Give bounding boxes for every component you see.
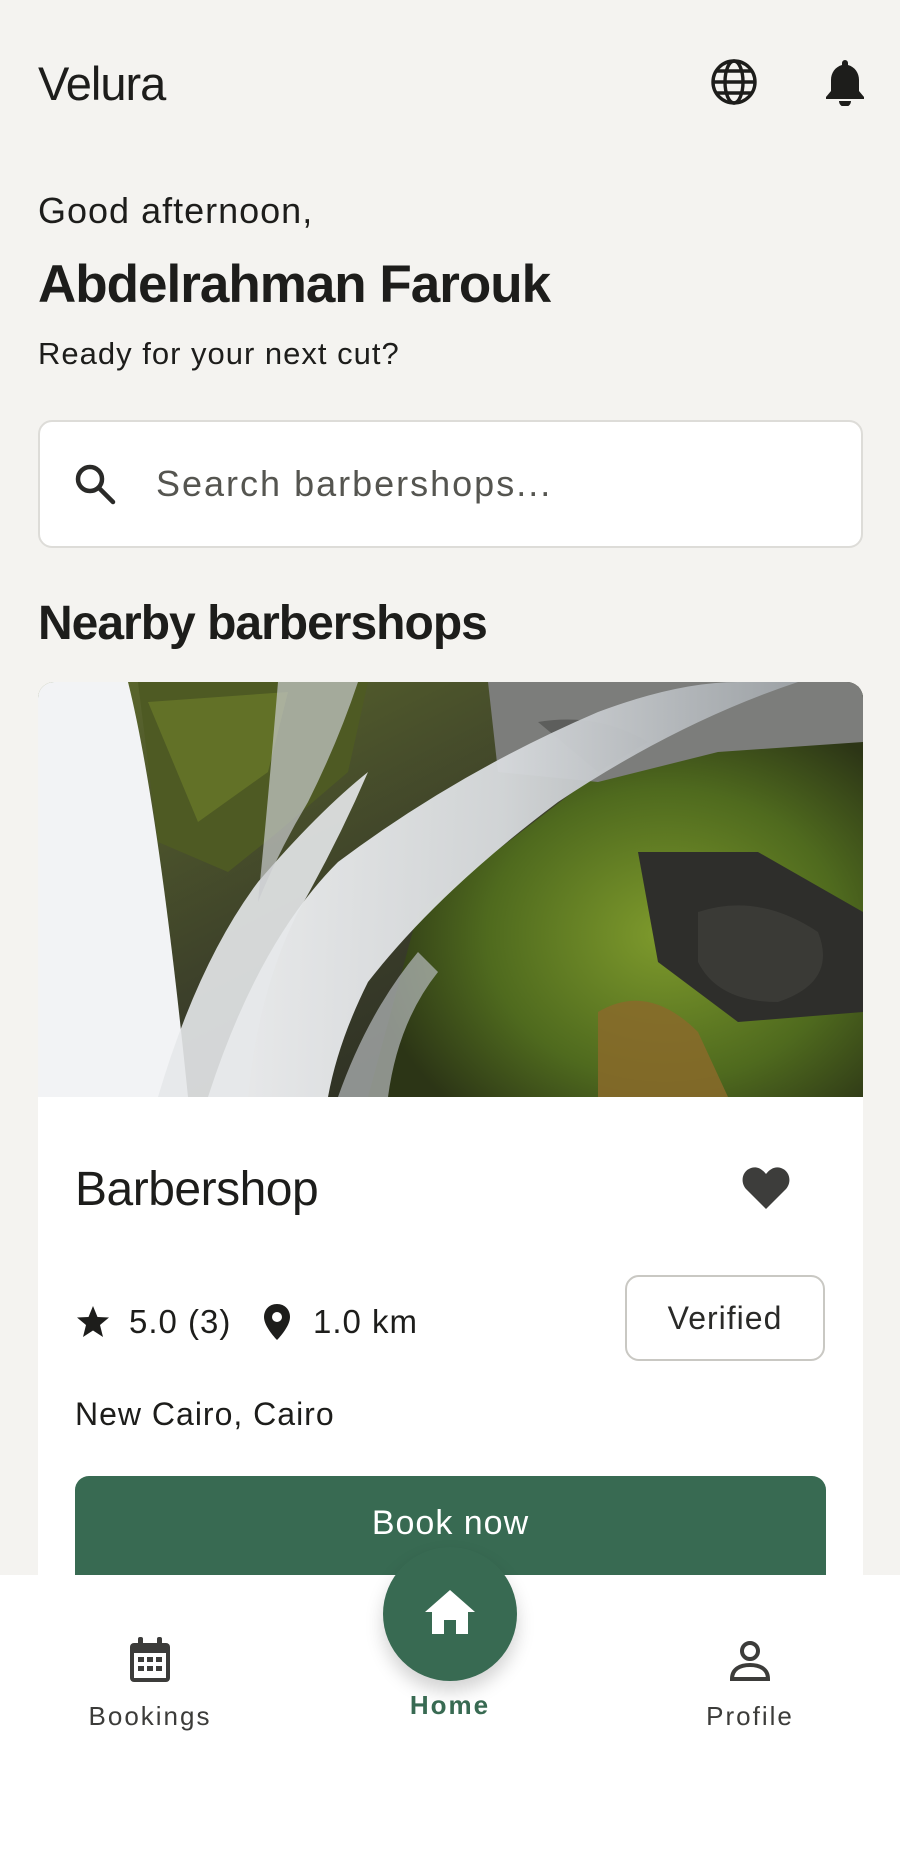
language-button[interactable] xyxy=(706,56,762,112)
heart-icon xyxy=(741,1165,791,1216)
shop-photo xyxy=(38,682,863,1097)
shop-distance: 1.0 km xyxy=(263,1297,418,1347)
welcome-subtitle: Ready for your next cut? xyxy=(38,336,400,371)
shop-rating: 5.0 (3) xyxy=(75,1297,231,1347)
user-name: Abdelrahman Farouk xyxy=(38,255,551,314)
nav-profile[interactable]: Profile xyxy=(650,1633,850,1732)
nav-home[interactable] xyxy=(383,1547,517,1681)
bell-icon xyxy=(824,58,866,111)
top-app-bar: Velura xyxy=(0,0,900,160)
section-title: Nearby barbershops xyxy=(38,597,488,650)
search-icon xyxy=(72,461,118,507)
distance-value: 1.0 km xyxy=(313,1303,419,1340)
calendar-icon xyxy=(50,1633,250,1687)
shop-name: Barbershop xyxy=(75,1163,319,1216)
rating-value: 5.0 (3) xyxy=(129,1303,232,1340)
nav-bookings-label: Bookings xyxy=(88,1701,212,1731)
home-icon xyxy=(423,1588,477,1641)
star-icon xyxy=(75,1302,115,1342)
notifications-button[interactable] xyxy=(817,56,873,112)
globe-icon xyxy=(709,57,759,112)
location-pin-icon xyxy=(263,1302,297,1342)
search-bar[interactable] xyxy=(38,420,863,548)
shop-location: New Cairo, Cairo xyxy=(75,1396,335,1432)
verified-badge: Verified xyxy=(625,1275,825,1361)
nav-profile-label: Profile xyxy=(706,1701,794,1731)
favorite-button[interactable] xyxy=(738,1162,794,1218)
shop-card[interactable]: Barbershop 5.0 (3) 1.0 km Verified New C… xyxy=(38,682,863,1582)
nav-home-label: Home xyxy=(409,1690,491,1720)
search-input[interactable] xyxy=(156,463,796,505)
nav-bookings[interactable]: Bookings xyxy=(50,1633,250,1732)
app-title: Velura xyxy=(38,57,166,110)
person-icon xyxy=(650,1633,850,1687)
greeting-text: Good afternoon, xyxy=(38,190,314,231)
